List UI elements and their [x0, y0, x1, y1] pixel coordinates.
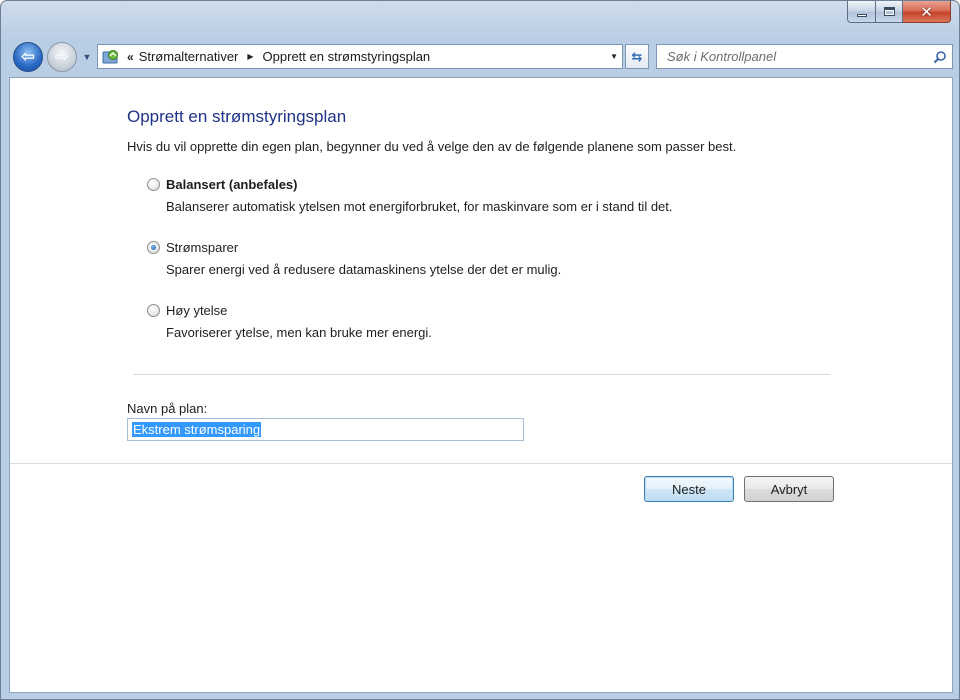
recent-pages-dropdown[interactable]: ▼: [81, 51, 93, 63]
option-balanced-description: Balanserer automatisk ytelsen mot energi…: [166, 199, 673, 214]
minimize-button[interactable]: [847, 1, 876, 23]
option-high-performance-label[interactable]: Høy ytelse: [166, 303, 227, 318]
forward-arrow-icon: ⇨: [54, 46, 70, 67]
plan-name-input[interactable]: Ekstrem strømsparing: [127, 418, 524, 441]
search-input[interactable]: Søk i Kontrollpanel: [667, 49, 928, 64]
caption-buttons: ✕: [847, 1, 951, 27]
search-icon[interactable]: [928, 46, 952, 68]
radio-balanced[interactable]: [147, 178, 160, 191]
minimize-icon: [856, 14, 867, 17]
address-dropdown-icon[interactable]: ▼: [610, 52, 618, 61]
maximize-icon: [883, 7, 895, 16]
cancel-button[interactable]: Avbryt: [744, 476, 834, 502]
navigation-bar: ⇦ ⇨ ▼ « Strømalternativer ▶ Opprett en s…: [9, 39, 953, 75]
page-title: Opprett en strømstyringsplan: [127, 107, 347, 126]
window: ✕ ⇦ ⇨ ▼ « Strømalternativer ▶ Opprett en…: [0, 0, 960, 700]
option-high-performance-description: Favoriserer ytelse, men kan bruke mer en…: [166, 325, 432, 340]
back-button[interactable]: ⇦: [13, 42, 43, 72]
breadcrumb-create-plan[interactable]: Opprett en strømstyringsplan: [263, 49, 431, 64]
address-prefix[interactable]: «: [127, 50, 134, 64]
address-bar[interactable]: « Strømalternativer ▶ Opprett en strømst…: [97, 44, 623, 69]
forward-button[interactable]: ⇨: [47, 42, 77, 72]
next-button[interactable]: Neste: [644, 476, 734, 502]
breadcrumb-power-options[interactable]: Strømalternativer: [139, 49, 239, 64]
search-box[interactable]: Søk i Kontrollpanel: [656, 44, 953, 69]
maximize-button[interactable]: [876, 1, 903, 23]
option-power-saver-label[interactable]: Strømsparer: [166, 240, 238, 255]
divider: [10, 463, 952, 464]
plan-name-label: Navn på plan:: [127, 401, 208, 416]
control-panel-icon: [100, 46, 122, 68]
close-icon: ✕: [920, 2, 933, 21]
option-power-saver-description: Sparer energi ved å redusere datamaskine…: [166, 262, 562, 277]
option-balanced-label[interactable]: Balansert (anbefales): [166, 177, 298, 192]
radio-high-performance[interactable]: [147, 304, 160, 317]
radio-power-saver[interactable]: [147, 241, 160, 254]
refresh-icon: ⇆: [631, 48, 643, 64]
back-arrow-icon: ⇦: [20, 46, 36, 67]
plan-name-value[interactable]: Ekstrem strømsparing: [132, 422, 262, 437]
content-pane: Opprett en strømstyringsplan Hvis du vil…: [9, 77, 953, 693]
divider: [133, 374, 830, 375]
intro-text: Hvis du vil opprette din egen plan, begy…: [127, 139, 737, 154]
refresh-button[interactable]: ⇆: [625, 44, 649, 69]
close-button[interactable]: ✕: [903, 1, 951, 23]
chevron-right-icon[interactable]: ▶: [247, 52, 253, 61]
